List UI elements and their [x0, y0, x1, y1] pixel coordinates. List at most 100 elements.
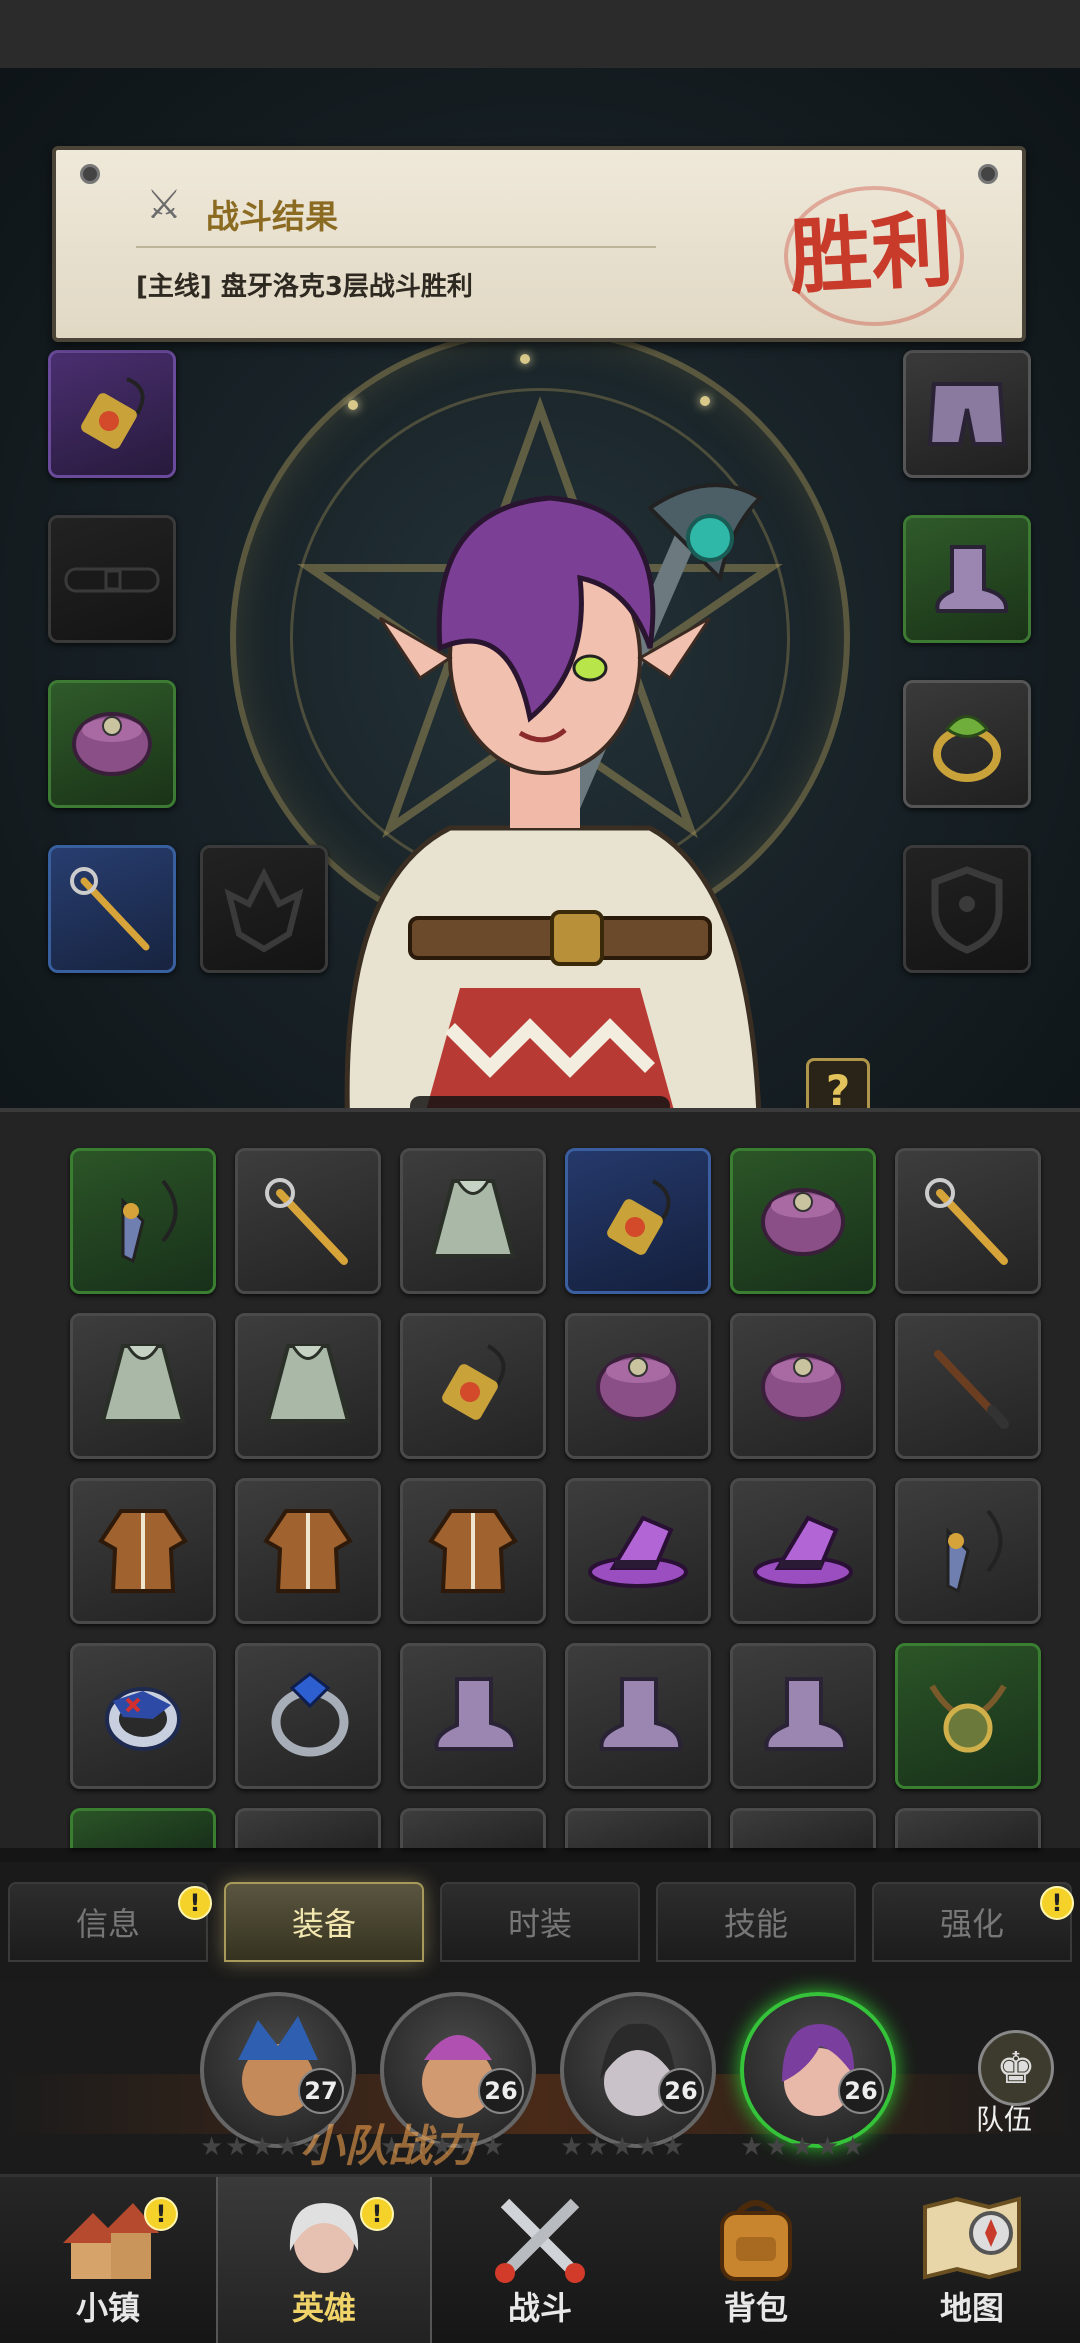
belt-icon [64, 567, 160, 593]
ring-icon [271, 1672, 349, 1757]
equip-slot-pants[interactable] [903, 350, 1031, 478]
inventory-item[interactable] [235, 1808, 381, 1848]
inventory-item[interactable] [70, 1313, 216, 1459]
inventory-item[interactable] [895, 1478, 1041, 1624]
chess-king-icon[interactable]: ♚ [978, 2030, 1054, 2106]
inventory-item[interactable] [70, 1478, 216, 1624]
tab-info[interactable]: 信息 [8, 1882, 208, 1962]
team-hero-portrait[interactable] [560, 1992, 716, 2148]
inventory-item[interactable] [895, 1808, 1041, 1848]
nav-map[interactable]: 地图 [864, 2177, 1080, 2343]
inventory-item[interactable] [400, 1808, 546, 1848]
tab-label: 装备 [291, 1905, 356, 1943]
staff-icon [925, 1178, 1008, 1265]
amulet-icon [607, 1179, 671, 1255]
equip-slot-ring[interactable] [903, 680, 1031, 808]
inventory-item[interactable] [730, 1478, 876, 1624]
inventory-item[interactable] [565, 1313, 711, 1459]
hero-level: 26 [658, 2068, 704, 2114]
nav-town[interactable]: 小镇 [0, 2177, 216, 2343]
nav-backpack[interactable]: 背包 [648, 2177, 864, 2343]
battle-result-banner[interactable]: ⚔ 战斗结果 [主线] 盘牙洛克3层战斗胜利 胜利 [52, 146, 1026, 342]
notification-badge: ! [360, 2197, 394, 2231]
help-button[interactable]: ? [806, 1058, 870, 1108]
banner-description: [主线] 盘牙洛克3层战斗胜利 [136, 272, 473, 302]
equip-slot-belt[interactable] [48, 515, 176, 643]
equip-slot-offhand[interactable] [200, 845, 328, 973]
inventory-item[interactable] [730, 1808, 876, 1848]
equip-slot-armor[interactable] [903, 845, 1031, 973]
inventory-item[interactable] [235, 1148, 381, 1294]
inventory-item[interactable] [400, 1148, 546, 1294]
robe-icon [98, 1509, 188, 1593]
inventory-item[interactable] [400, 1643, 546, 1789]
bracer-icon [596, 1353, 680, 1421]
equip-slot-boots[interactable] [903, 515, 1031, 643]
hero-icon [289, 2203, 359, 2273]
wand-icon [934, 1350, 1009, 1429]
hero-level: 26 [478, 2068, 524, 2114]
boots-icon [935, 545, 1009, 613]
sparkle [700, 396, 710, 406]
inventory-item[interactable] [70, 1148, 216, 1294]
tab-skills[interactable]: 技能 [656, 1882, 856, 1962]
nav-heroes[interactable]: 英雄 [216, 2177, 432, 2343]
inventory-item[interactable] [235, 1643, 381, 1789]
notification-badge: ! [144, 2197, 178, 2231]
inventory-item[interactable] [730, 1313, 876, 1459]
crossed-swords-icon: ⚔ [146, 182, 182, 228]
offhand-placeholder-icon [224, 867, 304, 953]
cloak-icon [430, 1179, 516, 1258]
sparkle [520, 354, 530, 364]
ring-icon [105, 1687, 181, 1751]
team-button-label[interactable]: 队伍 [976, 2098, 1032, 2138]
tab-fashion[interactable]: 时装 [440, 1882, 640, 1962]
hero-portrait[interactable] [290, 468, 810, 1108]
victory-stamp: 胜利 [786, 201, 956, 306]
inventory-item[interactable] [565, 1148, 711, 1294]
inventory-item[interactable] [70, 1808, 216, 1848]
map-icon [923, 2196, 1021, 2280]
inventory-item[interactable] [895, 1643, 1041, 1789]
team-bar: 27 ★★★★★ 26 ★★★★★ 26 ★★★★★ 26 ★★★★★ 小队战力 [0, 1982, 1080, 2174]
dagger-amulet-icon [121, 1179, 178, 1264]
inventory-item[interactable] [400, 1478, 546, 1624]
bracer-icon [761, 1188, 845, 1256]
witch-hat-icon [753, 1515, 853, 1588]
notification-badge: ! [178, 1886, 212, 1920]
team-hero-portrait-selected[interactable] [740, 1992, 896, 2148]
inventory-item[interactable] [730, 1643, 876, 1789]
inventory-item[interactable] [565, 1643, 711, 1789]
hero-level: 26 [838, 2068, 884, 2114]
equip-slot-bracer[interactable] [48, 680, 176, 808]
tab-label: 强化 [939, 1905, 1004, 1943]
inventory-item[interactable] [70, 1643, 216, 1789]
bracer-icon [761, 1353, 845, 1421]
inventory-item[interactable] [730, 1148, 876, 1294]
notification-badge: ! [1040, 1886, 1074, 1920]
tab-equipment[interactable]: 装备 [224, 1882, 424, 1962]
hero-stars: ★★★★★ [740, 2132, 867, 2162]
shield-icon [931, 866, 1003, 954]
cloak-icon [100, 1344, 186, 1423]
inventory-grid[interactable] [0, 1108, 1080, 1848]
amulet-icon [442, 1344, 506, 1420]
crossed-swords-icon [495, 2198, 585, 2283]
inventory-item[interactable] [565, 1808, 711, 1848]
inventory-item[interactable] [565, 1478, 711, 1624]
inventory-item[interactable] [400, 1313, 546, 1459]
inventory-item[interactable] [895, 1313, 1041, 1459]
squad-glow [0, 2074, 1080, 2134]
amulet-icon [81, 377, 145, 449]
equip-slot-weapon[interactable] [48, 845, 176, 973]
nav-battle[interactable]: 战斗 [432, 2177, 648, 2343]
inventory-item[interactable] [235, 1313, 381, 1459]
inventory-item[interactable] [235, 1478, 381, 1624]
bracer-icon [72, 712, 152, 776]
inventory-item[interactable] [895, 1148, 1041, 1294]
status-bar [0, 0, 1080, 68]
equip-slot-amulet[interactable] [48, 350, 176, 478]
squad-power-title: 小队战力 [300, 2121, 476, 2172]
tab-label: 信息 [75, 1905, 140, 1943]
divider [136, 246, 656, 248]
